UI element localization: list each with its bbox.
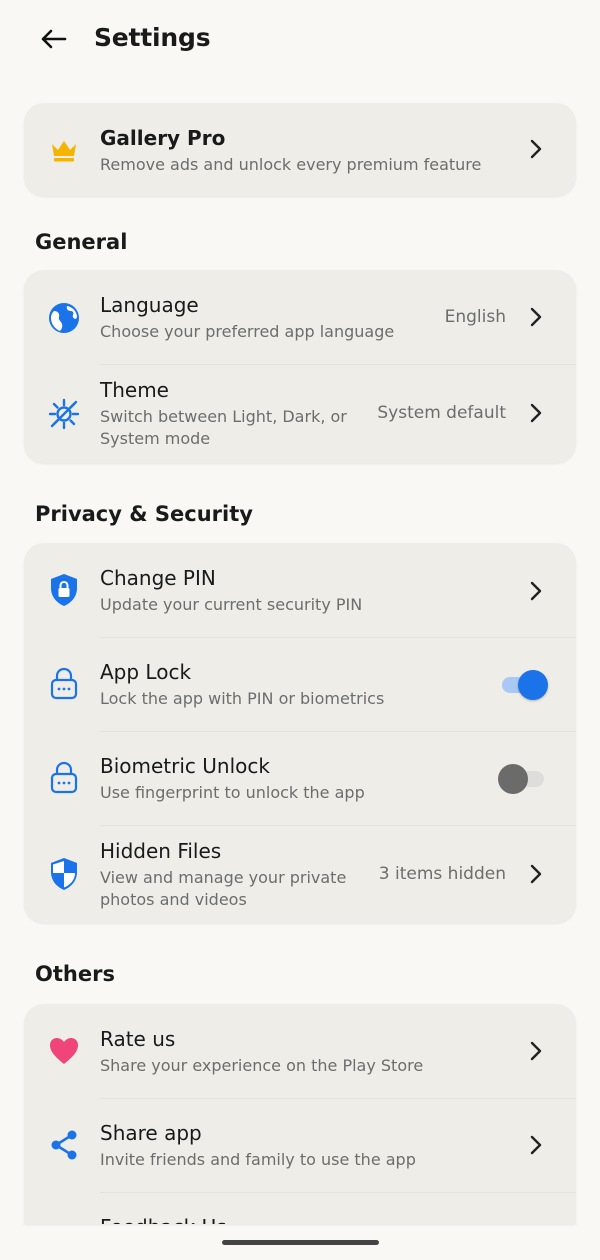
settings-item-share-app[interactable]: Share app Invite friends and family to u… [24, 1098, 576, 1192]
back-button[interactable] [36, 22, 70, 56]
item-subtitle-line2: System mode [100, 429, 211, 448]
chevron-right-icon [526, 862, 546, 886]
padlock-icon [46, 665, 82, 701]
divider [100, 1098, 576, 1099]
item-value: 3 items hidden [378, 864, 506, 884]
item-value: English [444, 307, 506, 327]
share-icon [46, 1127, 82, 1163]
theme-icon [46, 396, 82, 432]
shield-lock-icon [46, 572, 82, 608]
item-subtitle: Switch between Light, Dark, or [100, 407, 347, 426]
chevron-right-icon [526, 137, 546, 161]
settings-item-biometric-unlock[interactable]: Biometric Unlock Use fingerprint to unlo… [24, 731, 576, 825]
item-subtitle: Use fingerprint to unlock the app [100, 783, 365, 802]
item-title: Share app [100, 1121, 202, 1145]
item-title: App Lock [100, 660, 192, 684]
divider [100, 825, 576, 826]
divider [100, 637, 576, 638]
app-lock-toggle[interactable] [498, 668, 550, 700]
item-title: Theme [100, 378, 169, 402]
pro-title: Gallery Pro [100, 126, 226, 150]
settings-item-theme[interactable]: Theme Switch between Light, Dark, or Sys… [24, 364, 576, 463]
item-title: Feedback Us [100, 1214, 227, 1224]
settings-item-hidden-files[interactable]: Hidden Files View and manage your privat… [24, 825, 576, 923]
chevron-right-icon [526, 579, 546, 603]
padlock-icon [46, 759, 82, 795]
chevron-right-icon [526, 401, 546, 425]
pro-subtitle: Remove ads and unlock every premium feat… [100, 155, 482, 174]
item-subtitle-line2: photos and videos [100, 890, 247, 909]
section-title-general: General [35, 230, 128, 254]
biometric-unlock-toggle[interactable] [498, 762, 550, 794]
chevron-right-icon [526, 1133, 546, 1157]
item-subtitle: Update your current security PIN [100, 595, 363, 614]
item-subtitle: Invite friends and family to use the app [100, 1150, 416, 1169]
item-title: Biometric Unlock [100, 754, 270, 778]
general-card: Language Choose your preferred app langu… [24, 270, 576, 463]
settings-item-feedback[interactable]: Feedback Us [24, 1192, 576, 1224]
item-subtitle: Choose your preferred app language [100, 322, 395, 341]
item-title: Rate us [100, 1027, 176, 1051]
item-subtitle: Lock the app with PIN or biometrics [100, 689, 385, 708]
heart-icon [46, 1033, 82, 1069]
item-subtitle: Share your experience on the Play Store [100, 1056, 424, 1075]
toggle-knob [498, 764, 528, 794]
home-indicator[interactable] [222, 1240, 379, 1245]
crown-icon [46, 132, 82, 168]
settings-item-change-pin[interactable]: Change PIN Update your current security … [24, 543, 576, 637]
chevron-right-icon [526, 305, 546, 329]
privacy-card: Change PIN Update your current security … [24, 543, 576, 923]
gallery-pro-card[interactable]: Gallery Pro Remove ads and unlock every … [24, 103, 576, 196]
item-title: Language [100, 293, 199, 317]
section-title-privacy: Privacy & Security [35, 502, 253, 526]
item-title: Hidden Files [100, 839, 222, 863]
settings-item-app-lock[interactable]: App Lock Lock the app with PIN or biomet… [24, 637, 576, 731]
item-subtitle: View and manage your private [100, 868, 347, 887]
settings-item-language[interactable]: Language Choose your preferred app langu… [24, 270, 576, 364]
settings-item-rate-us[interactable]: Rate us Share your experience on the Pla… [24, 1004, 576, 1098]
page-title: Settings [94, 23, 211, 52]
chevron-right-icon [526, 1039, 546, 1063]
others-card: Rate us Share your experience on the Pla… [24, 1004, 576, 1224]
divider [100, 1192, 576, 1193]
globe-icon [46, 300, 82, 336]
item-value: System default [377, 403, 506, 423]
shield-icon [46, 856, 82, 892]
divider [100, 731, 576, 732]
toggle-knob [518, 670, 548, 700]
divider [100, 364, 576, 365]
item-title: Change PIN [100, 566, 216, 590]
section-title-others: Others [35, 962, 115, 986]
arrow-left-icon [41, 29, 67, 49]
app-bar: Settings [0, 0, 600, 78]
